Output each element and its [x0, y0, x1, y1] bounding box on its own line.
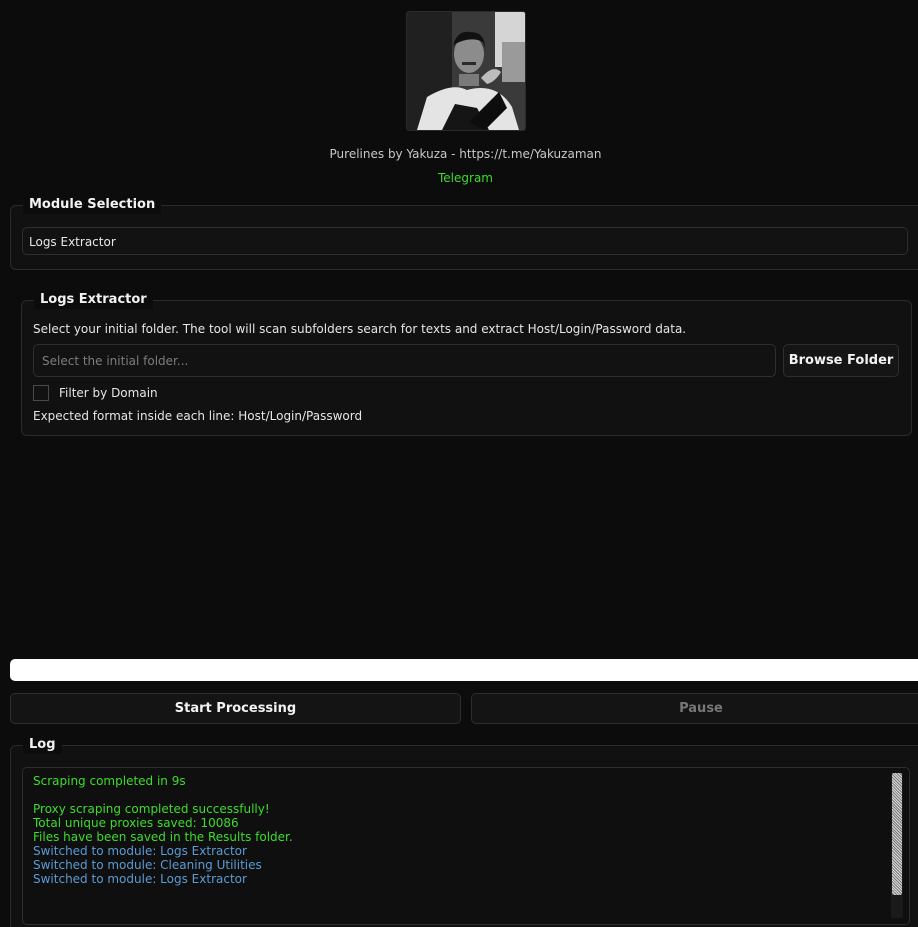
log-scrollbar-thumb[interactable]: [892, 773, 902, 895]
log-line: Scraping completed in 9s: [33, 774, 186, 788]
profile-photo-icon: [407, 12, 525, 130]
log-scrollbar[interactable]: [891, 773, 903, 918]
log-line: Switched to module: Cleaning Utilities: [33, 858, 262, 872]
profile-avatar: [406, 11, 526, 131]
credits-text: Purelines by Yakuza - https://t.me/Yakuz…: [329, 147, 602, 161]
module-selection-group: Module Selection Logs Extractor: [10, 196, 918, 270]
app-window: Purelines by Yakuza - https://t.me/Yakuz…: [0, 0, 918, 927]
start-processing-button[interactable]: Start Processing: [10, 693, 461, 724]
filter-by-domain-label: Filter by Domain: [59, 386, 158, 400]
log-line: Total unique proxies saved: 10086: [33, 816, 239, 830]
module-selection-title: Module Selection: [23, 196, 162, 214]
module-select[interactable]: Logs Extractor: [22, 227, 908, 255]
logs-extractor-group: Logs Extractor Select your initial folde…: [21, 291, 912, 436]
log-title: Log: [23, 736, 62, 754]
log-group: Log Scraping completed in 9s Proxy scrapi…: [10, 736, 918, 927]
browse-folder-button[interactable]: Browse Folder: [783, 344, 899, 377]
log-line: Proxy scraping completed successfully!: [33, 802, 270, 816]
log-line: Switched to module: Logs Extractor: [33, 872, 247, 886]
folder-path-input[interactable]: [33, 344, 776, 377]
pause-button[interactable]: Pause: [471, 693, 918, 724]
log-line: Switched to module: Logs Extractor: [33, 844, 247, 858]
log-output[interactable]: Scraping completed in 9s Proxy scraping c…: [22, 767, 910, 925]
telegram-link[interactable]: Telegram: [0, 171, 918, 185]
log-lines: Scraping completed in 9s Proxy scraping c…: [33, 774, 293, 886]
progress-bar: [10, 659, 918, 681]
logs-extractor-title: Logs Extractor: [34, 291, 153, 309]
format-hint: Expected format inside each line: Host/L…: [33, 409, 363, 423]
filter-by-domain-checkbox[interactable]: [33, 385, 49, 401]
logs-extractor-description: Select your initial folder. The tool wil…: [33, 322, 687, 336]
log-line: Files have been saved in the Results fol…: [33, 830, 293, 844]
